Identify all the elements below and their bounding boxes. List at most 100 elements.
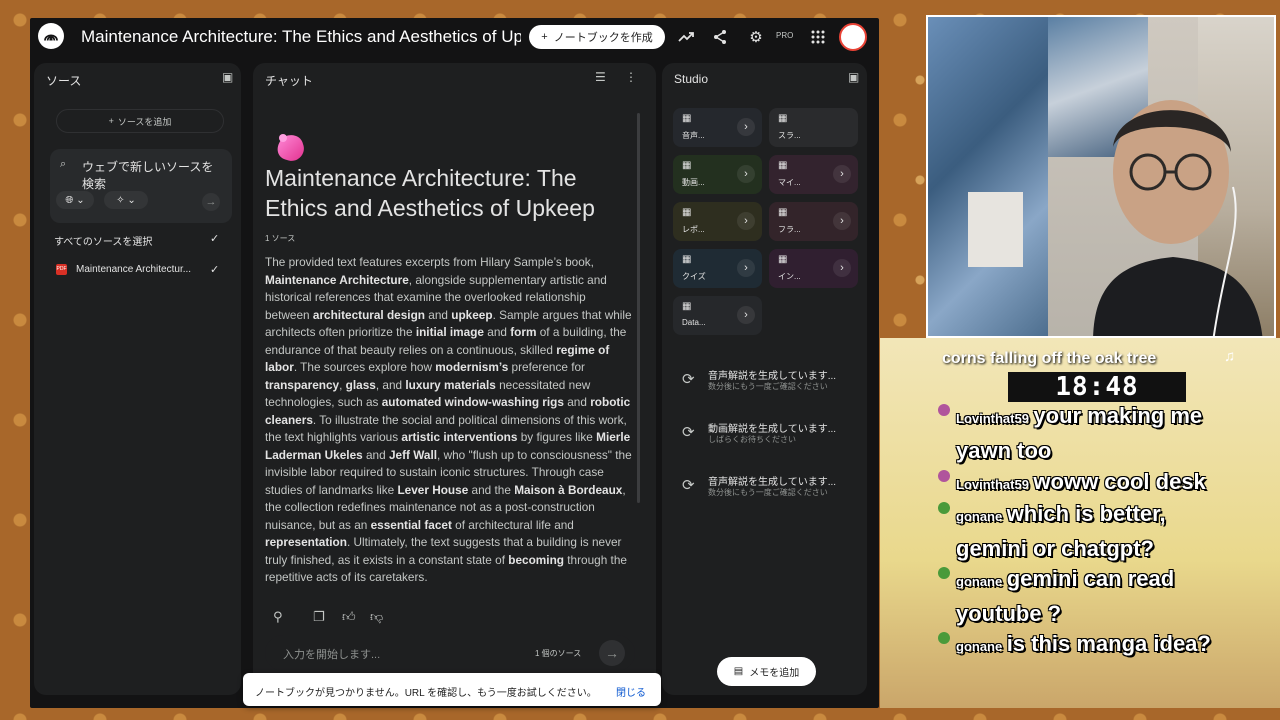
research-icon: ✧ xyxy=(116,194,125,206)
sync-icon: ⟳ xyxy=(682,371,695,388)
more-vert-icon[interactable]: ⋮ xyxy=(625,70,637,84)
stream-chat-message: gonane is this manga idea? xyxy=(938,628,1228,663)
create-notebook-label: ノートブックを作成 xyxy=(553,32,653,44)
video-icon: ▦ xyxy=(682,160,692,171)
source-count: 1 ソース xyxy=(265,234,296,243)
generating-title: 動画解説を生成しています... xyxy=(708,424,837,435)
studio-tile[interactable]: ▦ クイズ › xyxy=(673,249,762,288)
chat-title: チャット xyxy=(265,74,313,88)
share-icon[interactable] xyxy=(710,27,730,47)
studio-tile-label: クイズ xyxy=(682,272,706,281)
studio-tile[interactable]: ▦ スラ... xyxy=(769,108,858,147)
music-note-icon: ♫ xyxy=(1224,348,1236,365)
figure-box xyxy=(968,192,1023,267)
chevron-right-icon[interactable]: › xyxy=(737,165,755,183)
select-all-label: すべてのソースを選択 xyxy=(54,237,153,248)
research-mode-dropdown[interactable]: ✧ ⌄ xyxy=(104,191,148,209)
chevron-down-icon: ⌄ xyxy=(127,194,136,206)
source-item-name[interactable]: Maintenance Architectur... xyxy=(76,264,191,275)
chat-source-count: 1 個のソース xyxy=(535,649,582,658)
chevron-right-icon[interactable]: › xyxy=(737,306,755,324)
user-badge-icon xyxy=(938,470,950,482)
slides-icon: ▦ xyxy=(778,113,788,124)
poster-wall xyxy=(928,17,1048,336)
chevron-right-icon[interactable]: › xyxy=(737,118,755,136)
copy-icon[interactable]: ❐ xyxy=(313,609,329,625)
chevron-right-icon[interactable]: › xyxy=(833,259,851,277)
audio-icon: ▦ xyxy=(682,113,692,124)
user-badge-icon xyxy=(938,567,950,579)
studio-tile[interactable]: ▦ Data... › xyxy=(673,296,762,335)
stream-chat-message: gonane gemini can read youtube ? xyxy=(938,563,1228,633)
chat-username: gonane xyxy=(956,574,1003,589)
note-icon: ▤ xyxy=(733,666,744,677)
chat-input-placeholder: 入力を開始します... xyxy=(283,649,381,661)
studio-title: Studio xyxy=(674,72,709,86)
source-item-checkbox[interactable]: ✓ xyxy=(210,264,222,276)
generating-subtitle: 数分後にもう一度ご確認ください xyxy=(708,488,828,497)
flashcard-icon: ▦ xyxy=(778,207,788,218)
pin-icon[interactable]: ⚲ xyxy=(273,609,289,625)
chat-panel: チャット ☰ ⋮ Maintenance Architecture: The E… xyxy=(253,63,656,695)
add-note-button[interactable]: ▤ メモを追加 xyxy=(717,657,816,686)
chat-header: チャット ☰ ⋮ xyxy=(253,63,656,93)
datatable-icon: ▦ xyxy=(682,301,692,312)
stream-chat-message: Lovinthat59 your making me yawn too xyxy=(938,400,1228,470)
pdf-icon: PDF xyxy=(56,264,67,275)
studio-tile[interactable]: ▦ 音声... › xyxy=(673,108,762,147)
chat-input[interactable]: 入力を開始します... 1 個のソース → xyxy=(265,635,635,671)
studio-tile[interactable]: ▦ フラ... › xyxy=(769,202,858,241)
add-source-button[interactable]: + ソースを追加 xyxy=(56,109,224,133)
send-button[interactable]: → xyxy=(599,640,625,666)
tune-icon[interactable]: ☰ xyxy=(595,70,606,84)
user-avatar[interactable] xyxy=(839,23,867,51)
thumbs-down-icon[interactable]: 👎︎ xyxy=(370,609,386,625)
generating-title: 音声解説を生成しています... xyxy=(708,371,837,382)
collapse-panel-icon[interactable]: ▣ xyxy=(222,70,233,84)
web-source-search[interactable]: ⌕ ウェブで新しいソースを検索 🌐︎ ⌄ ✧ ⌄ → xyxy=(50,149,232,223)
sync-icon: ⟳ xyxy=(682,477,695,494)
user-badge-icon xyxy=(938,502,950,514)
plus-icon: + xyxy=(541,31,548,43)
notebook-title[interactable]: Maintenance Architecture: The Ethics and… xyxy=(81,27,521,47)
chevron-right-icon[interactable]: › xyxy=(737,259,755,277)
notebooklm-window: Maintenance Architecture: The Ethics and… xyxy=(30,18,879,708)
analytics-icon[interactable] xyxy=(676,27,696,47)
chat-text: woww cool desk xyxy=(1033,469,1206,494)
create-notebook-button[interactable]: + ノートブックを作成 xyxy=(529,25,665,49)
studio-tile[interactable]: ▦ 動画... › xyxy=(673,155,762,194)
now-playing-text: corns falling off the oak tree xyxy=(942,350,1157,367)
stream-chat-message: gonane which is better, gemini or chatgp… xyxy=(938,498,1228,568)
select-all-checkbox[interactable]: ✓ xyxy=(210,233,222,245)
studio-tile-label: レポ... xyxy=(682,225,705,234)
collapse-studio-icon[interactable]: ▣ xyxy=(848,70,859,84)
search-icon: ⌕ xyxy=(60,158,67,170)
settings-gear-icon[interactable]: ⚙ xyxy=(746,27,766,47)
chat-username: gonane xyxy=(956,639,1003,654)
notebooklm-logo-icon[interactable] xyxy=(38,23,64,49)
clock-box: 18:48 xyxy=(1008,372,1186,402)
thumbs-up-icon[interactable]: 👍︎ xyxy=(342,609,358,625)
studio-tile-label: マイ... xyxy=(778,178,801,187)
studio-tile-label: フラ... xyxy=(778,225,801,234)
report-icon: ▦ xyxy=(682,207,692,218)
studio-tile[interactable]: ▦ イン... › xyxy=(769,249,858,288)
studio-tile[interactable]: ▦ マイ... › xyxy=(769,155,858,194)
submit-search-button[interactable]: → xyxy=(202,193,220,211)
chat-scrollbar[interactable] xyxy=(637,113,640,503)
toast-close-button[interactable]: 閉じる xyxy=(616,684,646,699)
chevron-right-icon[interactable]: › xyxy=(833,212,851,230)
apps-grid-icon[interactable] xyxy=(808,27,828,47)
notebook-summary: The provided text features excerpts from… xyxy=(265,255,632,584)
top-bar: Maintenance Architecture: The Ethics and… xyxy=(30,18,879,60)
generating-title: 音声解説を生成しています... xyxy=(708,477,837,488)
chevron-right-icon[interactable]: › xyxy=(833,165,851,183)
web-source-dropdown[interactable]: 🌐︎ ⌄ xyxy=(56,191,94,209)
studio-tile-label: スラ... xyxy=(778,131,801,140)
webcam-feed xyxy=(926,15,1276,338)
web-search-placeholder[interactable]: ウェブで新しいソースを検索 xyxy=(82,159,222,193)
studio-tile[interactable]: ▦ レポ... › xyxy=(673,202,762,241)
sources-header: ソース ▣ xyxy=(34,63,241,93)
chevron-right-icon[interactable]: › xyxy=(737,212,755,230)
user-badge-icon xyxy=(938,632,950,644)
